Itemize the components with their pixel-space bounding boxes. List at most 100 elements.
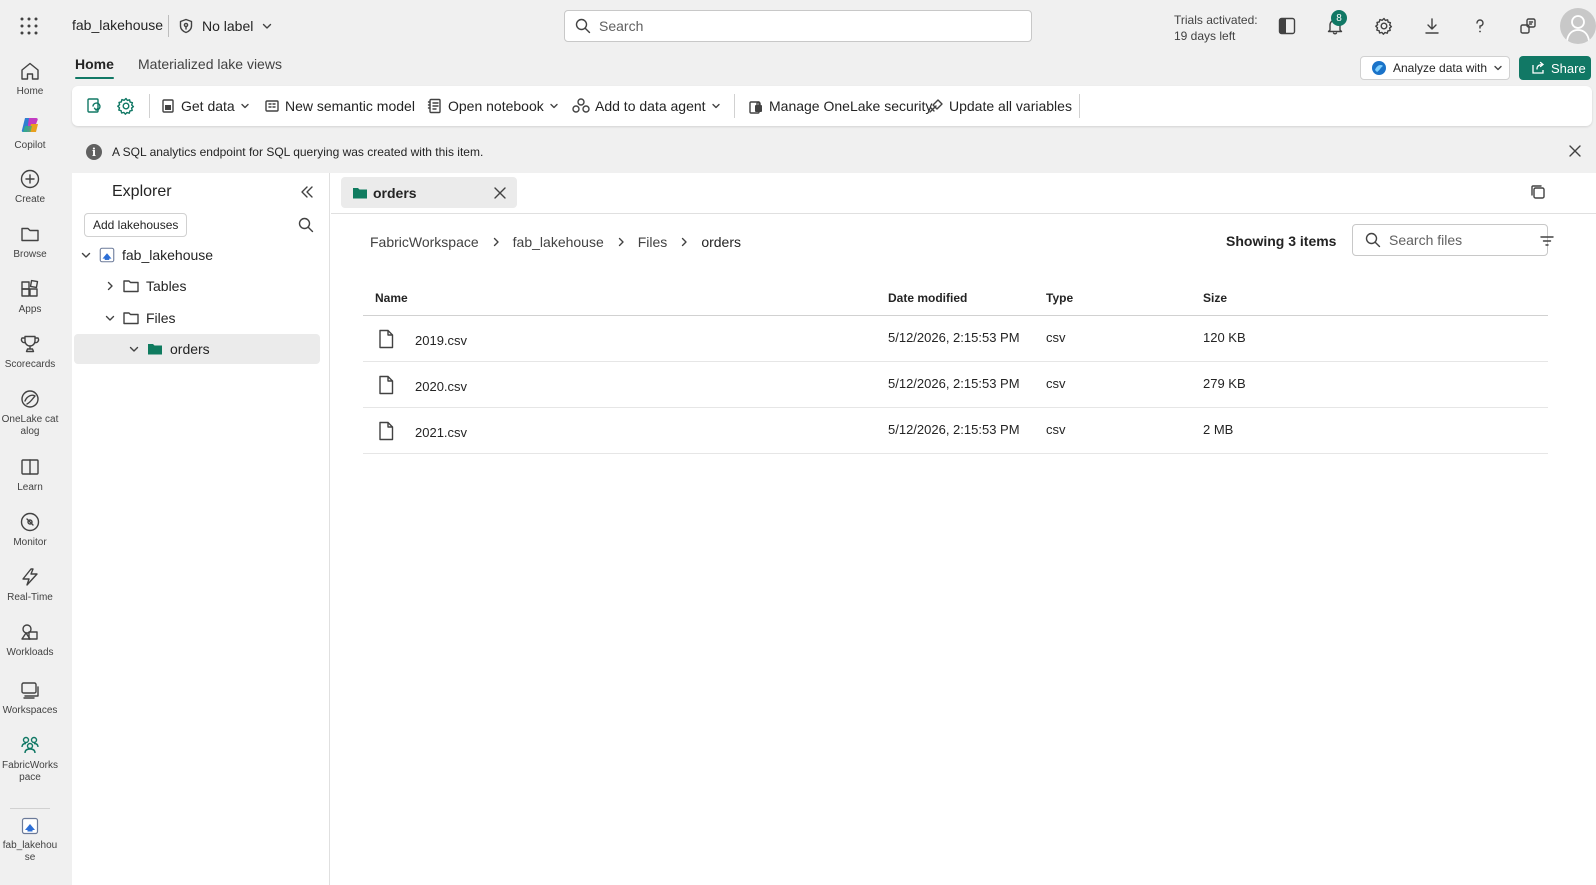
rail-item-onelake-catalog[interactable]: OneLake catalog [0,388,60,438]
tree-item-fab-lakehouse[interactable]: fab_lakehouse [74,240,320,270]
share-feedback-icon[interactable] [1516,14,1540,38]
column-header-type[interactable]: Type [1046,291,1073,305]
search-icon [1365,232,1381,248]
column-header-name[interactable]: Name [375,291,408,305]
search-icon [575,18,591,34]
rail-item-label: Copilot [14,140,46,151]
app-launcher-icon[interactable] [19,16,39,36]
rail-item-browse[interactable]: Browse [0,223,60,261]
shield-icon [178,18,194,34]
folder-icon [122,277,140,295]
rail-item-fab-lakehouse[interactable]: fab_lakehouse [0,808,60,864]
search-input[interactable] [599,18,999,34]
file-size: 279 KB [1203,376,1246,391]
copilot-icon [19,114,41,136]
global-search[interactable] [564,10,1032,42]
search-icon[interactable] [298,217,314,233]
rail-item-label: OneLake catalog [1,414,59,437]
add-lakehouses-button[interactable]: Add lakehouses [84,213,188,237]
file-search[interactable] [1352,224,1554,256]
file-name[interactable]: 2021.csv [415,425,467,440]
breadcrumb-item-current[interactable]: orders [701,234,741,250]
rail-item-apps[interactable]: Apps [0,278,60,316]
tree-item-tables[interactable]: Tables [74,271,320,301]
settings-button[interactable] [116,94,136,118]
download-icon[interactable] [1420,14,1444,38]
divider [1079,94,1080,118]
breadcrumb-item[interactable]: FabricWorkspace [370,234,479,250]
notebook-icon [427,98,443,114]
analyze-data-with-button[interactable]: Analyze data with [1360,56,1510,80]
get-data-button[interactable]: Get data [160,94,250,118]
table-row[interactable]: 2021.csv 5/12/2026, 2:15:53 PM csv 2 MB [363,408,1548,454]
item-name[interactable]: fab_lakehouse [72,17,163,33]
refresh-button[interactable] [84,94,104,118]
collapse-icon[interactable] [300,185,314,199]
file-size: 2 MB [1203,422,1234,437]
analyze-icon [1371,60,1387,76]
chevron-down-icon[interactable] [128,343,140,355]
panel-toggle-icon[interactable] [1275,14,1299,38]
rail-item-workspaces[interactable]: Workspaces [0,679,60,717]
rail-item-workloads[interactable]: Workloads [0,621,60,659]
file-type: csv [1046,330,1066,345]
rail-item-label: Home [16,86,44,97]
file-search-input[interactable] [1389,232,1519,248]
column-header-size[interactable]: Size [1203,291,1227,305]
open-notebook-button[interactable]: Open notebook [427,94,559,118]
onelake-icon [19,388,41,410]
help-icon[interactable] [1468,14,1492,38]
folder-filled-icon [351,184,369,202]
analyze-data-label: Analyze data with [1393,61,1488,75]
close-icon[interactable] [493,186,507,200]
update-all-variables-label: Update all variables [949,98,1072,114]
rail-item-label: Create [14,194,45,205]
new-semantic-model-button[interactable]: New semantic model [264,94,415,118]
breadcrumb-item[interactable]: fab_lakehouse [513,234,604,250]
breadcrumb-item[interactable]: Files [638,234,668,250]
chevron-down-icon[interactable] [104,312,116,324]
add-to-data-agent-button[interactable]: Add to data agent [572,94,721,118]
explorer-pane: Explorer Add lakehouses fab_lakehouse Ta… [72,173,330,885]
avatar[interactable] [1560,8,1596,44]
column-header-date-modified[interactable]: Date modified [888,291,967,305]
file-name[interactable]: 2019.csv [415,333,467,348]
main-panel: Explorer Add lakehouses fab_lakehouse Ta… [72,173,1596,885]
sensitivity-label-text: No label [202,18,254,34]
tree-item-orders[interactable]: orders [74,334,320,364]
trophy-icon [19,333,41,355]
divider [734,94,735,118]
copy-icon[interactable] [1529,183,1547,201]
rail-item-real-time[interactable]: Real-Time [0,566,60,604]
tab-orders[interactable]: orders [341,177,517,208]
rail-item-label: Apps [18,304,42,315]
share-button[interactable]: Share [1519,56,1591,80]
tree-item-files[interactable]: Files [74,303,320,333]
chevron-right-icon [616,237,626,247]
filter-icon[interactable] [1539,233,1555,249]
plus-circle-icon [19,168,41,190]
semantic-model-icon [264,98,280,114]
close-icon[interactable] [1568,144,1582,158]
chevron-right-icon[interactable] [104,280,116,292]
tab-home[interactable]: Home [75,56,114,72]
chevron-down-icon[interactable] [80,249,92,261]
tab-materialized-lake-views[interactable]: Materialized lake views [138,56,282,72]
file-name[interactable]: 2020.csv [415,379,467,394]
trial-line-2: 19 days left [1174,29,1236,43]
rail-item-monitor[interactable]: Monitor [0,511,60,549]
table-row[interactable]: 2019.csv 5/12/2026, 2:15:53 PM csv 120 K… [363,316,1548,362]
monitor-icon [19,511,41,533]
update-all-variables-button[interactable]: Update all variables [928,94,1072,118]
rail-item-learn[interactable]: Learn [0,456,60,494]
manage-onelake-security-button[interactable]: Manage OneLake security [748,94,932,118]
info-bar: i A SQL analytics endpoint for SQL query… [72,136,1592,168]
rail-item-home[interactable]: Home [0,60,60,98]
rail-item-create[interactable]: Create [0,168,60,206]
sensitivity-label-button[interactable]: No label [178,14,273,38]
gear-icon[interactable] [1372,14,1396,38]
table-row[interactable]: 2020.csv 5/12/2026, 2:15:53 PM csv 279 K… [363,362,1548,408]
rail-item-scorecards[interactable]: Scorecards [0,333,60,371]
rail-item-copilot[interactable]: Copilot [0,114,60,152]
rail-item-fabricworkspace[interactable]: FabricWorkspace [0,734,60,784]
